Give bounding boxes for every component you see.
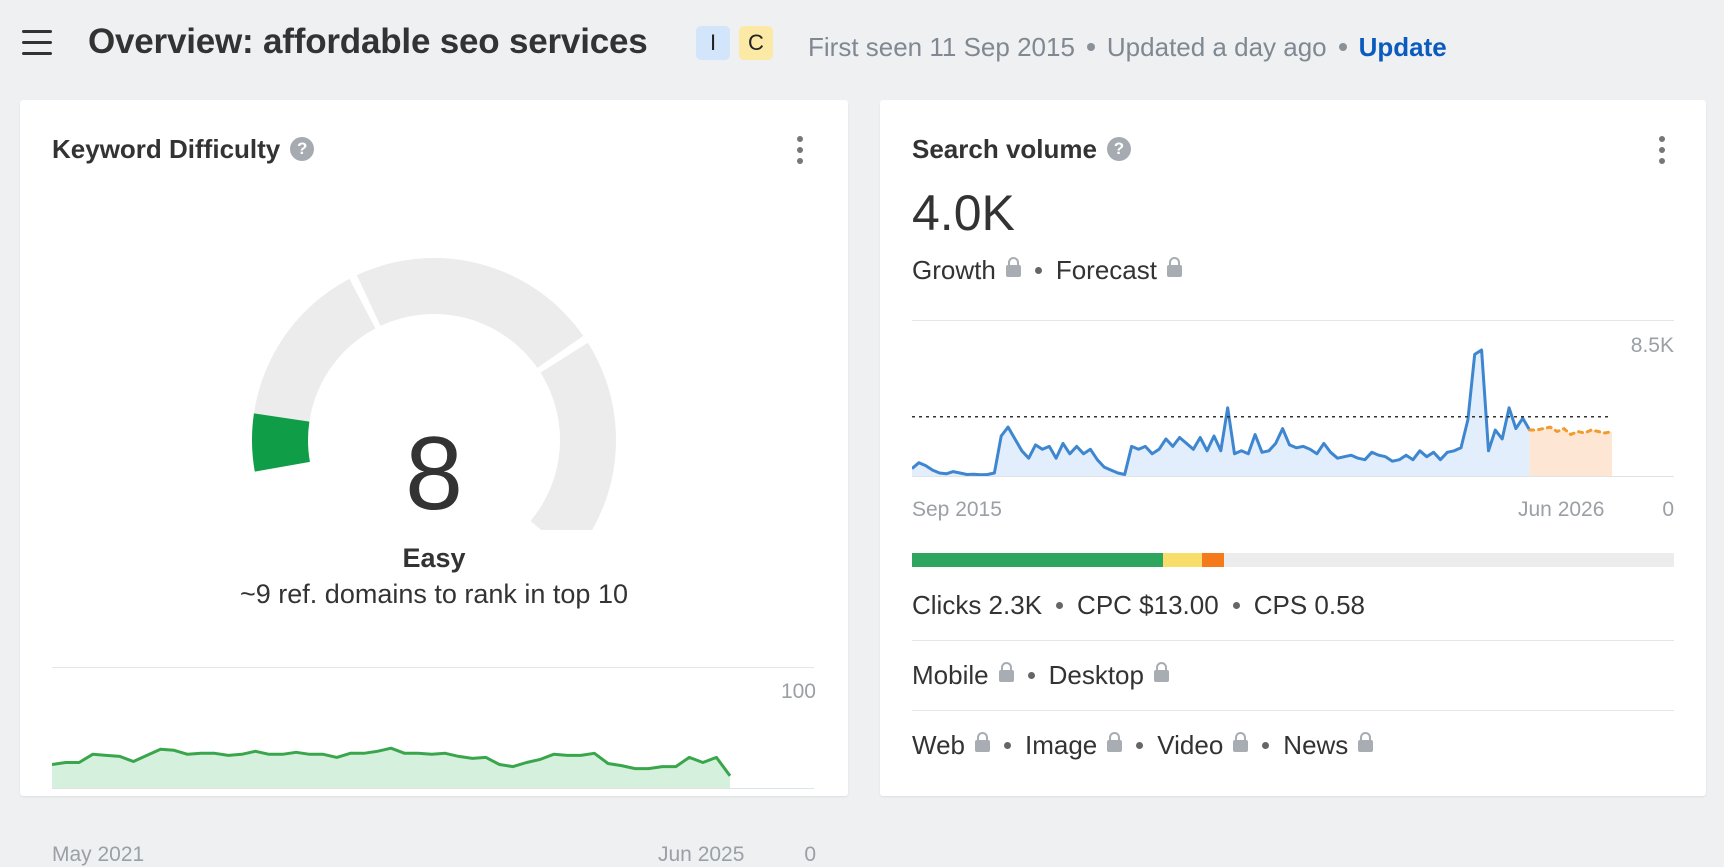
news-label: News — [1283, 730, 1349, 760]
menu-icon[interactable] — [22, 30, 52, 56]
page-title: Overview: affordable seo services — [88, 22, 648, 61]
lock-icon[interactable] — [1107, 732, 1123, 753]
separator-dot — [1262, 741, 1270, 749]
separator-dot — [1232, 601, 1240, 609]
search-volume-card: Search volume? 4.0K Growth Forecast 8.5K … — [880, 100, 1706, 796]
lock-icon[interactable] — [1358, 732, 1374, 753]
cpc-text: CPC $13.00 — [1077, 590, 1219, 620]
device-row: Mobile Desktop — [912, 660, 1169, 691]
video-label: Video — [1157, 730, 1224, 760]
separator-dot — [1136, 741, 1144, 749]
lock-icon[interactable] — [998, 662, 1014, 683]
search-volume-value: 4.0K — [912, 185, 1015, 241]
sv-ymin-label: 0 — [1662, 498, 1674, 521]
divider — [912, 640, 1674, 641]
lock-icon[interactable] — [1233, 732, 1249, 753]
mobile-label: Mobile — [912, 660, 989, 690]
more-options-icon[interactable] — [795, 136, 805, 168]
sv-x-end-label: Jun 2026 — [1518, 498, 1605, 521]
sv-title-text: Search volume — [912, 134, 1097, 164]
help-icon[interactable]: ? — [290, 137, 315, 162]
sv-ymax-label: 8.5K — [1630, 334, 1674, 357]
help-icon[interactable]: ? — [1106, 137, 1131, 162]
traffic-distribution-bar — [912, 553, 1674, 567]
traffic-bar-segment — [1163, 553, 1202, 567]
kd-x-start-label: May 2021 — [52, 843, 145, 866]
kd-x-end-label: Jun 2025 — [658, 843, 745, 866]
update-link[interactable]: Update — [1359, 32, 1447, 62]
updated-text: Updated a day ago — [1106, 32, 1327, 62]
sv-x-start-label: Sep 2015 — [912, 498, 1002, 521]
keyword-meta: First seen 11 Sep 2015 Updated a day ago U… — [808, 32, 1447, 63]
cps-text: CPS 0.58 — [1253, 590, 1365, 620]
kd-ymax-label: 100 — [780, 680, 816, 703]
forecast-label: Forecast — [1055, 255, 1157, 285]
kd-difficulty-label: Easy — [402, 543, 466, 573]
separator-dot — [1056, 601, 1064, 609]
more-options-icon[interactable] — [1657, 136, 1667, 168]
lock-icon[interactable] — [1005, 257, 1021, 278]
sv-card-title: Search volume? — [912, 134, 1131, 165]
kd-ymin-label: 0 — [804, 843, 816, 866]
kd-ref-domains-text: ~9 ref. domains to rank in top 10 — [240, 579, 628, 609]
separator-dot — [1086, 43, 1095, 52]
clicks-cpc-row: Clicks 2.3K CPC $13.00 CPS 0.58 — [912, 590, 1365, 621]
serp-types-row: Web Image Video News — [912, 730, 1374, 761]
first-seen-text: First seen 11 Sep 2015 — [808, 32, 1075, 62]
kd-history-chart — [52, 746, 814, 789]
image-label: Image — [1025, 730, 1098, 760]
lock-icon[interactable] — [1166, 257, 1182, 278]
growth-label: Growth — [912, 255, 996, 285]
lock-icon[interactable] — [975, 732, 990, 753]
kd-card-title: Keyword Difficulty? — [52, 134, 315, 165]
divider — [912, 710, 1674, 711]
lock-icon[interactable] — [1153, 662, 1169, 683]
traffic-bar-segment — [1201, 553, 1225, 567]
separator-dot — [1004, 741, 1011, 749]
keyword-difficulty-card: Keyword Difficulty? 8 Easy ~9 ref. domai… — [20, 100, 848, 866]
separator-dot — [1034, 266, 1042, 274]
gauge-segment — [356, 258, 584, 368]
kd-title-text: Keyword Difficulty — [52, 134, 281, 164]
page-header: Overview: affordable seo services I C Fi… — [0, 0, 1724, 92]
kd-score: 8 — [405, 416, 463, 532]
separator-dot — [1338, 43, 1347, 52]
desktop-label: Desktop — [1048, 660, 1144, 690]
web-label: Web — [912, 730, 965, 760]
growth-forecast-row: Growth Forecast — [912, 255, 1182, 286]
traffic-bar-segment — [912, 553, 1164, 567]
intent-badge-informational: I — [696, 26, 730, 60]
separator-dot — [1027, 671, 1035, 679]
intent-badge-commercial: C — [739, 26, 773, 60]
search-volume-chart — [912, 348, 1674, 477]
clicks-text: Clicks 2.3K — [912, 590, 1043, 620]
